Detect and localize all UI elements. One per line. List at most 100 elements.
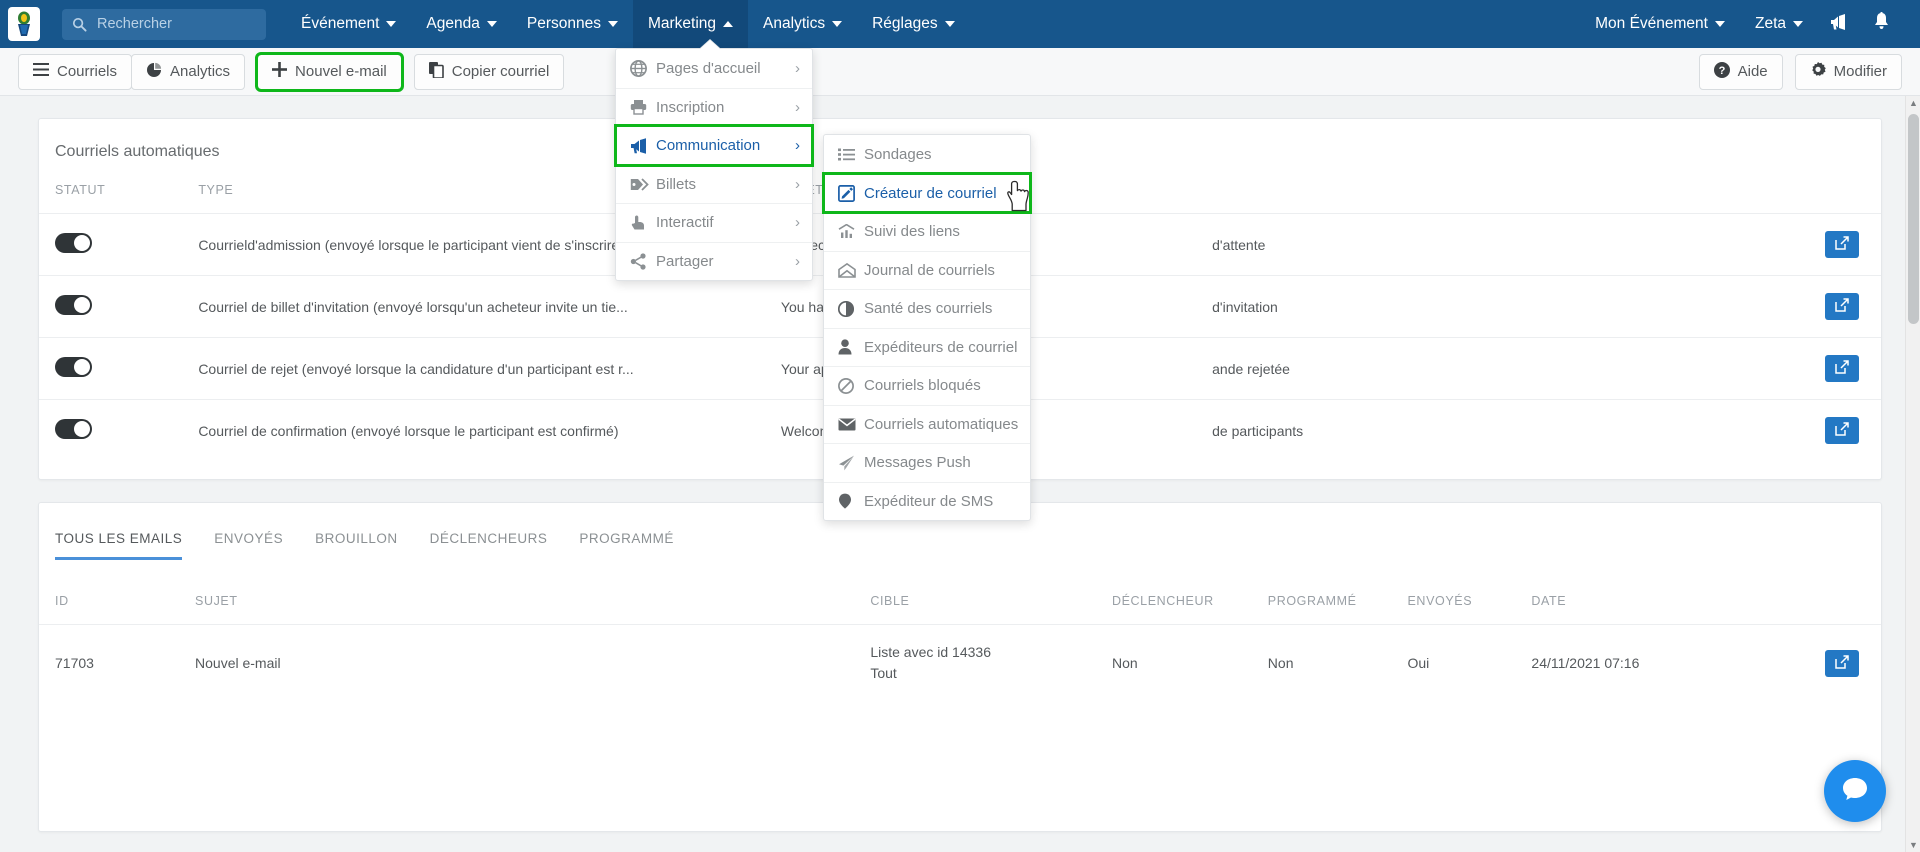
- marketing-dropdown-menu: Pages d'accueil › Inscription › Communic…: [614, 48, 814, 281]
- row-edit-button[interactable]: [1825, 231, 1859, 258]
- help-button[interactable]: ? Aide: [1698, 53, 1783, 90]
- menu-item-inscription[interactable]: Inscription ›: [616, 87, 812, 127]
- cell-action: [1728, 213, 1881, 276]
- target-line-2: Tout: [870, 665, 897, 681]
- share-icon: [630, 253, 656, 270]
- row-edit-button[interactable]: [1825, 355, 1859, 382]
- menu-item-pages-daccueil[interactable]: Pages d'accueil ›: [616, 49, 812, 88]
- global-search[interactable]: [62, 8, 266, 40]
- row-edit-button[interactable]: [1825, 293, 1859, 320]
- chevron-down-icon: [486, 21, 497, 27]
- table-header-row: ID SUJET CIBLE DÉCLENCHEUR PROGRAMMÉ ENV…: [39, 594, 1881, 625]
- submenu-item-messages-push[interactable]: Messages Push: [824, 443, 1030, 482]
- button-label: Courriels: [57, 63, 118, 80]
- col-id: ID: [55, 594, 69, 608]
- nav-item-personnes[interactable]: Personnes: [512, 0, 633, 48]
- copy-email-button[interactable]: Copier courriel: [413, 53, 565, 90]
- submenu-item-suivi-des-liens[interactable]: Suivi des liens: [824, 212, 1030, 251]
- nav-item-reglages[interactable]: Réglages: [857, 0, 970, 48]
- submenu-item-courriels-bloques[interactable]: Courriels bloqués: [824, 366, 1030, 405]
- tab-tous-les-emails[interactable]: TOUS LES EMAILS: [55, 531, 183, 560]
- analytics-button[interactable]: Analytics: [131, 53, 246, 90]
- submenu-item-expediteur-de-sms[interactable]: Expéditeur de SMS: [824, 481, 1030, 521]
- submenu-item-label: Expéditeur de SMS: [864, 492, 994, 510]
- menu-item-communication[interactable]: Communication ›: [614, 124, 814, 167]
- status-toggle[interactable]: [55, 419, 92, 439]
- tag-icon: [630, 177, 656, 192]
- table-row: 71703 Nouvel e-mail Liste avec id 14336 …: [39, 624, 1881, 701]
- menu-item-interactif[interactable]: Interactif ›: [616, 203, 812, 242]
- scroll-down-arrow[interactable]: ▼: [1909, 840, 1918, 850]
- view-switcher-group: Courriels Analytics: [18, 53, 246, 90]
- menu-item-billets[interactable]: Billets ›: [616, 164, 812, 204]
- main-nav-items: Événement Agenda Personnes Marketing Ana…: [286, 0, 970, 48]
- chat-launcher-button[interactable]: [1824, 760, 1886, 822]
- search-input[interactable]: [95, 15, 256, 33]
- ban-icon: [838, 377, 864, 394]
- button-label: Copier courriel: [451, 63, 550, 80]
- nav-item-mon-evenement[interactable]: Mon Événement: [1580, 0, 1740, 48]
- submenu-item-courriels-automatiques[interactable]: Courriels automatiques: [824, 404, 1030, 444]
- col-statut: STATUT: [55, 183, 106, 197]
- cell-action: [1728, 275, 1881, 338]
- submenu-item-sondages[interactable]: Sondages: [824, 135, 1030, 174]
- submenu-item-sante-des-courriels[interactable]: Santé des courriels: [824, 289, 1030, 328]
- open-envelope-icon: [838, 262, 864, 278]
- submenu-item-label: Santé des courriels: [864, 300, 993, 318]
- scrollbar-thumb[interactable]: [1908, 114, 1919, 324]
- globe-icon: [630, 59, 656, 77]
- event-logo-icon: [8, 7, 40, 41]
- status-toggle[interactable]: [55, 357, 92, 377]
- tab-programme[interactable]: PROGRAMMÉ: [579, 531, 674, 560]
- submenu-item-label: Journal de courriels: [864, 261, 995, 279]
- chevron-down-icon: [386, 21, 397, 27]
- announcements-button[interactable]: [1818, 0, 1860, 48]
- submenu-item-label: Créateur de courriel: [864, 184, 997, 202]
- external-edit-icon: [1835, 422, 1849, 439]
- sms-icon: [838, 493, 864, 509]
- submenu-item-journal-de-courriels[interactable]: Journal de courriels: [824, 250, 1030, 290]
- target-line-1: Liste avec id 14336: [870, 644, 991, 660]
- menu-item-label: Interactif: [656, 214, 714, 232]
- tab-declencheurs[interactable]: DÉCLENCHEURS: [430, 531, 548, 560]
- submenu-item-createur-de-courriel[interactable]: Créateur de courriel: [822, 171, 1032, 214]
- cell-target: Liste avec id 14336 Tout: [854, 624, 1096, 701]
- nav-item-evenement[interactable]: Événement: [286, 0, 411, 48]
- nav-item-agenda[interactable]: Agenda: [411, 0, 511, 48]
- status-toggle[interactable]: [55, 233, 92, 253]
- envelope-icon: [838, 418, 864, 431]
- emails-table: ID SUJET CIBLE DÉCLENCHEUR PROGRAMMÉ ENV…: [39, 594, 1881, 701]
- nav-item-user-zeta[interactable]: Zeta: [1740, 0, 1818, 48]
- courriels-button[interactable]: Courriels: [18, 53, 133, 90]
- status-toggle[interactable]: [55, 295, 92, 315]
- row-edit-button[interactable]: [1825, 649, 1859, 677]
- menu-item-partager[interactable]: Partager ›: [616, 241, 812, 281]
- row-edit-button[interactable]: [1825, 417, 1859, 444]
- scroll-up-arrow[interactable]: ▲: [1909, 98, 1918, 108]
- chevron-down-icon: [832, 21, 843, 27]
- list-icon: [838, 148, 864, 161]
- cell-extra: d'attente: [1196, 213, 1729, 276]
- submenu-item-expediteurs-de-courriel[interactable]: Expéditeurs de courriel: [824, 327, 1030, 367]
- notifications-button[interactable]: [1860, 0, 1902, 48]
- nav-label: Réglages: [872, 15, 938, 32]
- new-email-button[interactable]: Nouvel e-mail: [255, 51, 404, 92]
- menu-item-label: Partager: [656, 252, 714, 270]
- chevron-right-icon: ›: [795, 175, 800, 193]
- external-edit-icon: [1835, 298, 1849, 315]
- submenu-item-label: Sondages: [864, 145, 932, 163]
- cell-status: [39, 275, 183, 338]
- cell-subject: Nouvel e-mail: [179, 624, 855, 701]
- chevron-up-icon: [723, 21, 734, 27]
- modify-button[interactable]: Modifier: [1794, 53, 1902, 90]
- cell-extra: de participants: [1196, 399, 1729, 461]
- external-edit-icon: [1835, 360, 1849, 377]
- app-logo[interactable]: [0, 0, 48, 48]
- nav-item-analytics[interactable]: Analytics: [748, 0, 857, 48]
- tab-brouillon[interactable]: BROUILLON: [315, 531, 398, 560]
- pencil-square-icon: [838, 184, 864, 202]
- tab-envoyes[interactable]: ENVOYÉS: [214, 531, 283, 560]
- nav-item-marketing[interactable]: Marketing: [632, 0, 749, 48]
- chevron-right-icon: ›: [795, 137, 800, 155]
- page-scrollbar[interactable]: ▲ ▼: [1905, 96, 1920, 852]
